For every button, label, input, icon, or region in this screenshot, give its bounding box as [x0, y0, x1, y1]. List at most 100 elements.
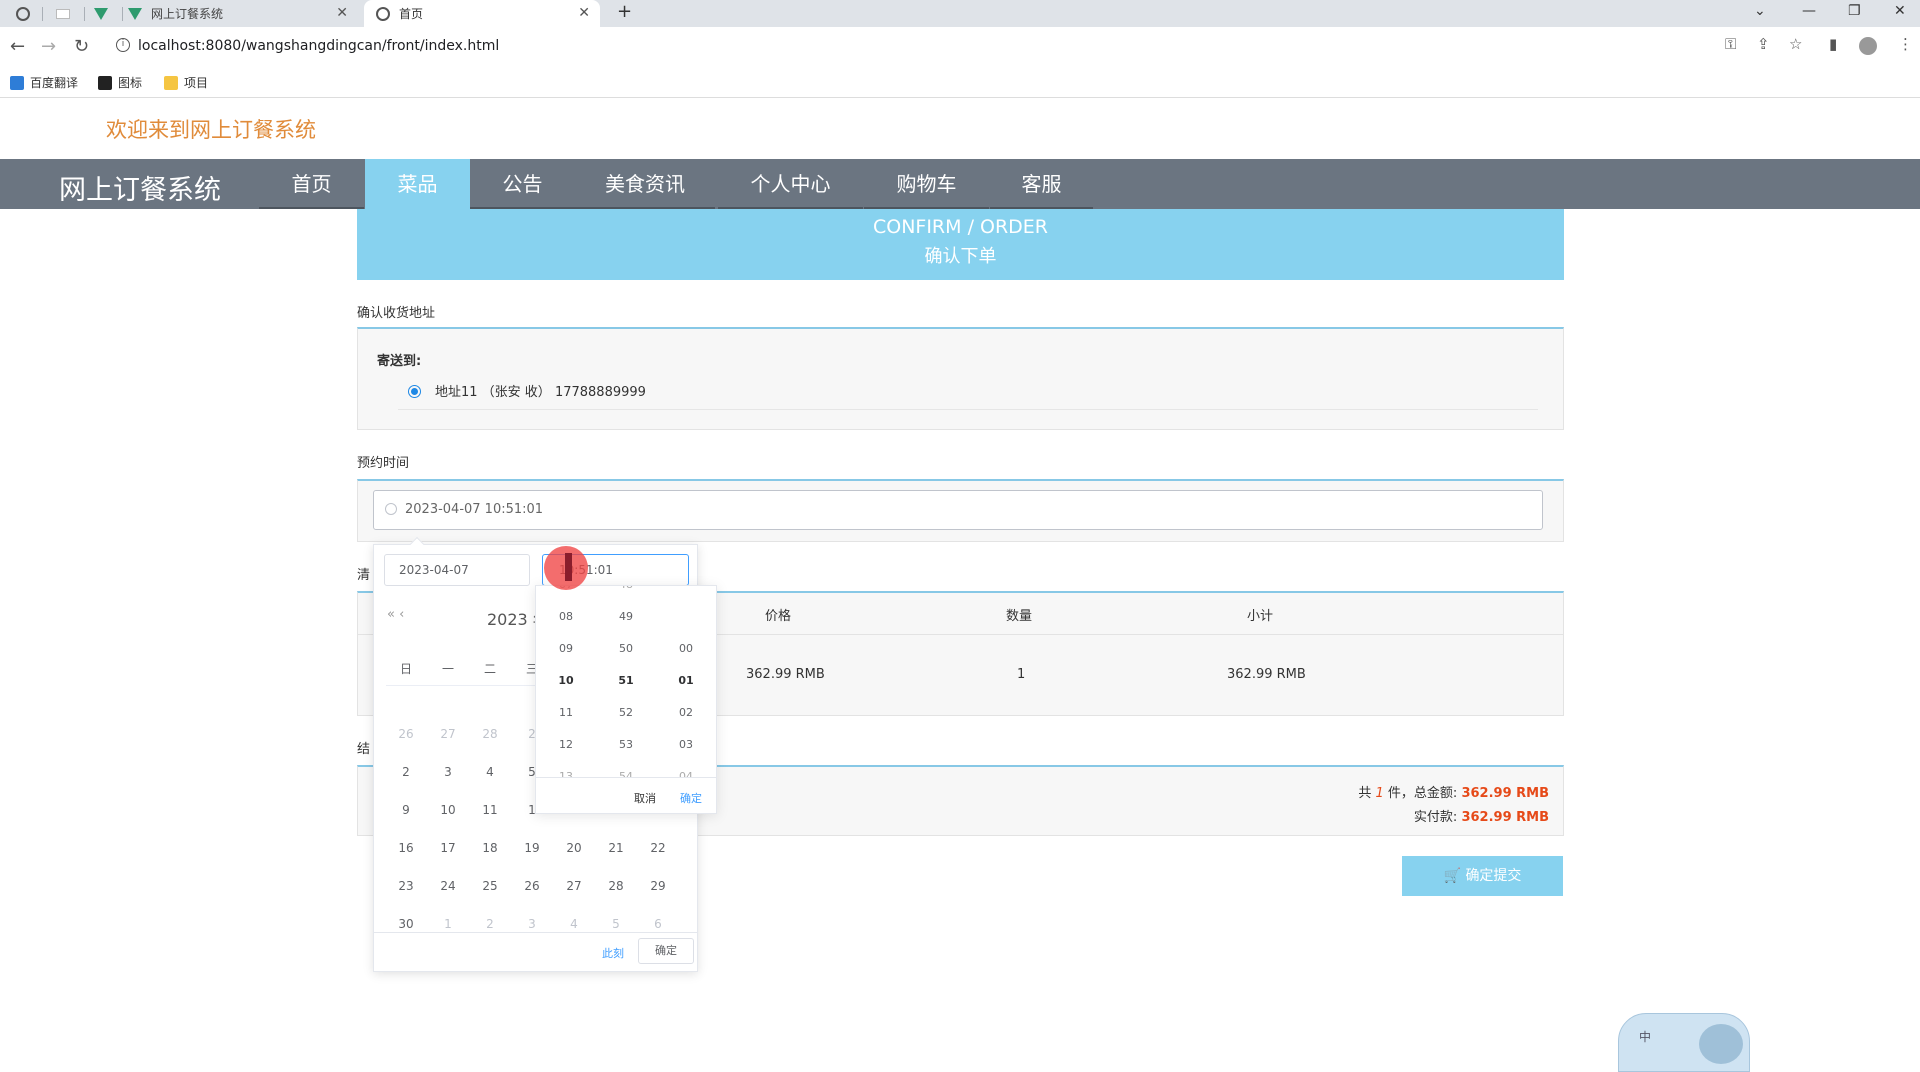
new-tab-icon[interactable]: + [617, 1, 632, 22]
calendar-day[interactable]: 16 [386, 841, 426, 855]
nav-dishes[interactable]: 菜品 [365, 159, 470, 209]
reserve-time-input[interactable]: 2023-04-07 10:51:01 [373, 490, 1543, 530]
calendar-day[interactable]: 30 [386, 917, 426, 931]
bookmark-baidu-translate[interactable]: 百度翻译 [10, 74, 78, 91]
forward-icon[interactable]: → [41, 36, 56, 57]
time-option[interactable]: 01 [656, 674, 716, 687]
total-amount: 362.99 RMB [1461, 786, 1549, 801]
nav-service[interactable]: 客服 [990, 159, 1093, 209]
nav-personal-center[interactable]: 个人中心 [718, 159, 863, 209]
calendar-day[interactable]: 22 [638, 841, 678, 855]
nav-home[interactable]: 首页 [259, 159, 364, 209]
calendar-day[interactable]: 17 [428, 841, 468, 855]
tab-list-icon[interactable]: ⌄ [1754, 3, 1766, 19]
prev-year-month-icon[interactable]: « ‹ [387, 607, 404, 622]
time-option[interactable]: 09 [536, 642, 596, 655]
time-option[interactable]: 50 [596, 642, 656, 655]
menu-icon[interactable]: ⋮ [1898, 35, 1913, 53]
browser-tab-bar: 网上订餐系统 ✕ 首页 ✕ + ⌄ — ❐ ✕ [0, 0, 1920, 27]
tab-home[interactable]: 首页 ✕ [364, 0, 600, 27]
time-option[interactable]: 52 [596, 706, 656, 719]
calendar-day[interactable]: 29 [638, 879, 678, 893]
calendar-day[interactable]: 27 [554, 879, 594, 893]
settle-section-label: 结 [357, 742, 371, 757]
vue-tab-icon[interactable] [94, 0, 117, 27]
calendar-day[interactable]: 26 [512, 879, 552, 893]
minimize-icon[interactable]: — [1802, 3, 1816, 19]
time-option[interactable]: 11 [536, 706, 596, 719]
time-option[interactable]: 53 [596, 738, 656, 751]
time-option[interactable]: 03 [656, 738, 716, 751]
time-option[interactable]: 10 [536, 674, 596, 687]
hour-column[interactable]: 07080910111213 [536, 586, 596, 778]
calendar-day[interactable]: 27 [428, 727, 468, 741]
time-option[interactable]: 49 [596, 610, 656, 623]
bookmark-projects[interactable]: 项目 [164, 74, 208, 91]
tab-order-system[interactable]: 网上订餐系统 ✕ [128, 0, 358, 27]
time-option[interactable]: 00 [656, 642, 716, 655]
close-window-icon[interactable]: ✕ [1894, 3, 1906, 19]
time-option[interactable]: 12 [536, 738, 596, 751]
calendar-day[interactable]: 25 [470, 879, 510, 893]
calendar-day[interactable]: 28 [470, 727, 510, 741]
calendar-day[interactable]: 2 [470, 917, 510, 931]
calendar-day[interactable]: 20 [554, 841, 594, 855]
calendar-day[interactable]: 3 [512, 917, 552, 931]
submit-order-button[interactable]: 🛒 确定提交 [1402, 856, 1563, 896]
picker-ok-button[interactable]: 确定 [638, 938, 694, 964]
calendar-day[interactable]: 11 [470, 803, 510, 817]
globe-icon[interactable] [16, 0, 39, 27]
info-icon[interactable]: i [116, 38, 130, 52]
calendar-day[interactable]: 23 [386, 879, 426, 893]
bookmark-label: 百度翻译 [30, 76, 79, 90]
time-option[interactable]: 48 [596, 586, 656, 591]
calendar-day[interactable]: 26 [386, 727, 426, 741]
calendar-day[interactable]: 24 [428, 879, 468, 893]
calendar-day[interactable]: 9 [386, 803, 426, 817]
time-option[interactable]: 08 [536, 610, 596, 623]
calendar-day[interactable]: 18 [470, 841, 510, 855]
nav-notice[interactable]: 公告 [470, 159, 575, 209]
time-cancel-button[interactable]: 取消 [634, 790, 656, 806]
profile-avatar-icon[interactable] [1859, 37, 1877, 55]
calendar-day[interactable]: 2 [386, 765, 426, 779]
calendar-day[interactable]: 21 [596, 841, 636, 855]
bookmarks-bar: 百度翻译 图标 项目 [0, 68, 1920, 98]
blank-tab-icon[interactable] [56, 0, 79, 27]
address-radio[interactable] [408, 385, 421, 398]
calendar-day[interactable]: 10 [428, 803, 468, 817]
calendar-day[interactable]: 1 [428, 917, 468, 931]
calendar-day[interactable]: 19 [512, 841, 552, 855]
restore-icon[interactable]: ❐ [1848, 3, 1861, 19]
bookmark-icons[interactable]: 图标 [98, 74, 142, 91]
close-tab-icon[interactable]: ✕ [578, 5, 590, 21]
calendar-day[interactable]: 4 [554, 917, 594, 931]
reload-icon[interactable]: ↻ [74, 36, 89, 57]
key-icon[interactable]: ⚿ [1725, 35, 1736, 53]
time-option[interactable]: 02 [656, 706, 716, 719]
nav-food-news[interactable]: 美食资讯 [575, 159, 715, 209]
second-column[interactable]: 00 01 02 03 04 [656, 586, 716, 778]
minute-column[interactable]: 48495051525354 [596, 586, 656, 778]
calendar-day[interactable]: 3 [428, 765, 468, 779]
close-tab-icon[interactable]: ✕ [336, 5, 348, 21]
row-subtotal: 362.99 RMB [1227, 667, 1306, 682]
picker-date-input[interactable]: 2023-04-07 [384, 554, 530, 586]
share-icon[interactable]: ⇪ [1757, 35, 1770, 53]
paid-amount: 362.99 RMB [1461, 810, 1549, 825]
calendar-day[interactable]: 28 [596, 879, 636, 893]
tab-title: 首页 [399, 7, 424, 21]
time-confirm-button[interactable]: 确定 [680, 790, 702, 806]
picker-now-button[interactable]: 此刻 [602, 945, 624, 961]
sidebar-icon[interactable]: ▮ [1829, 35, 1837, 53]
nav-cart[interactable]: 购物车 [864, 159, 989, 209]
calendar-day[interactable]: 5 [596, 917, 636, 931]
calendar-day[interactable]: 4 [470, 765, 510, 779]
calendar-day[interactable]: 6 [638, 917, 678, 931]
back-icon[interactable]: ← [10, 36, 25, 57]
cart-icon: 🛒 [1443, 868, 1461, 884]
time-option[interactable]: 51 [596, 674, 656, 687]
url-field[interactable]: i localhost:8080/wangshangdingcan/front/… [108, 31, 1908, 63]
ime-widget[interactable]: 中 [1618, 1013, 1750, 1072]
star-icon[interactable]: ☆ [1789, 35, 1802, 53]
